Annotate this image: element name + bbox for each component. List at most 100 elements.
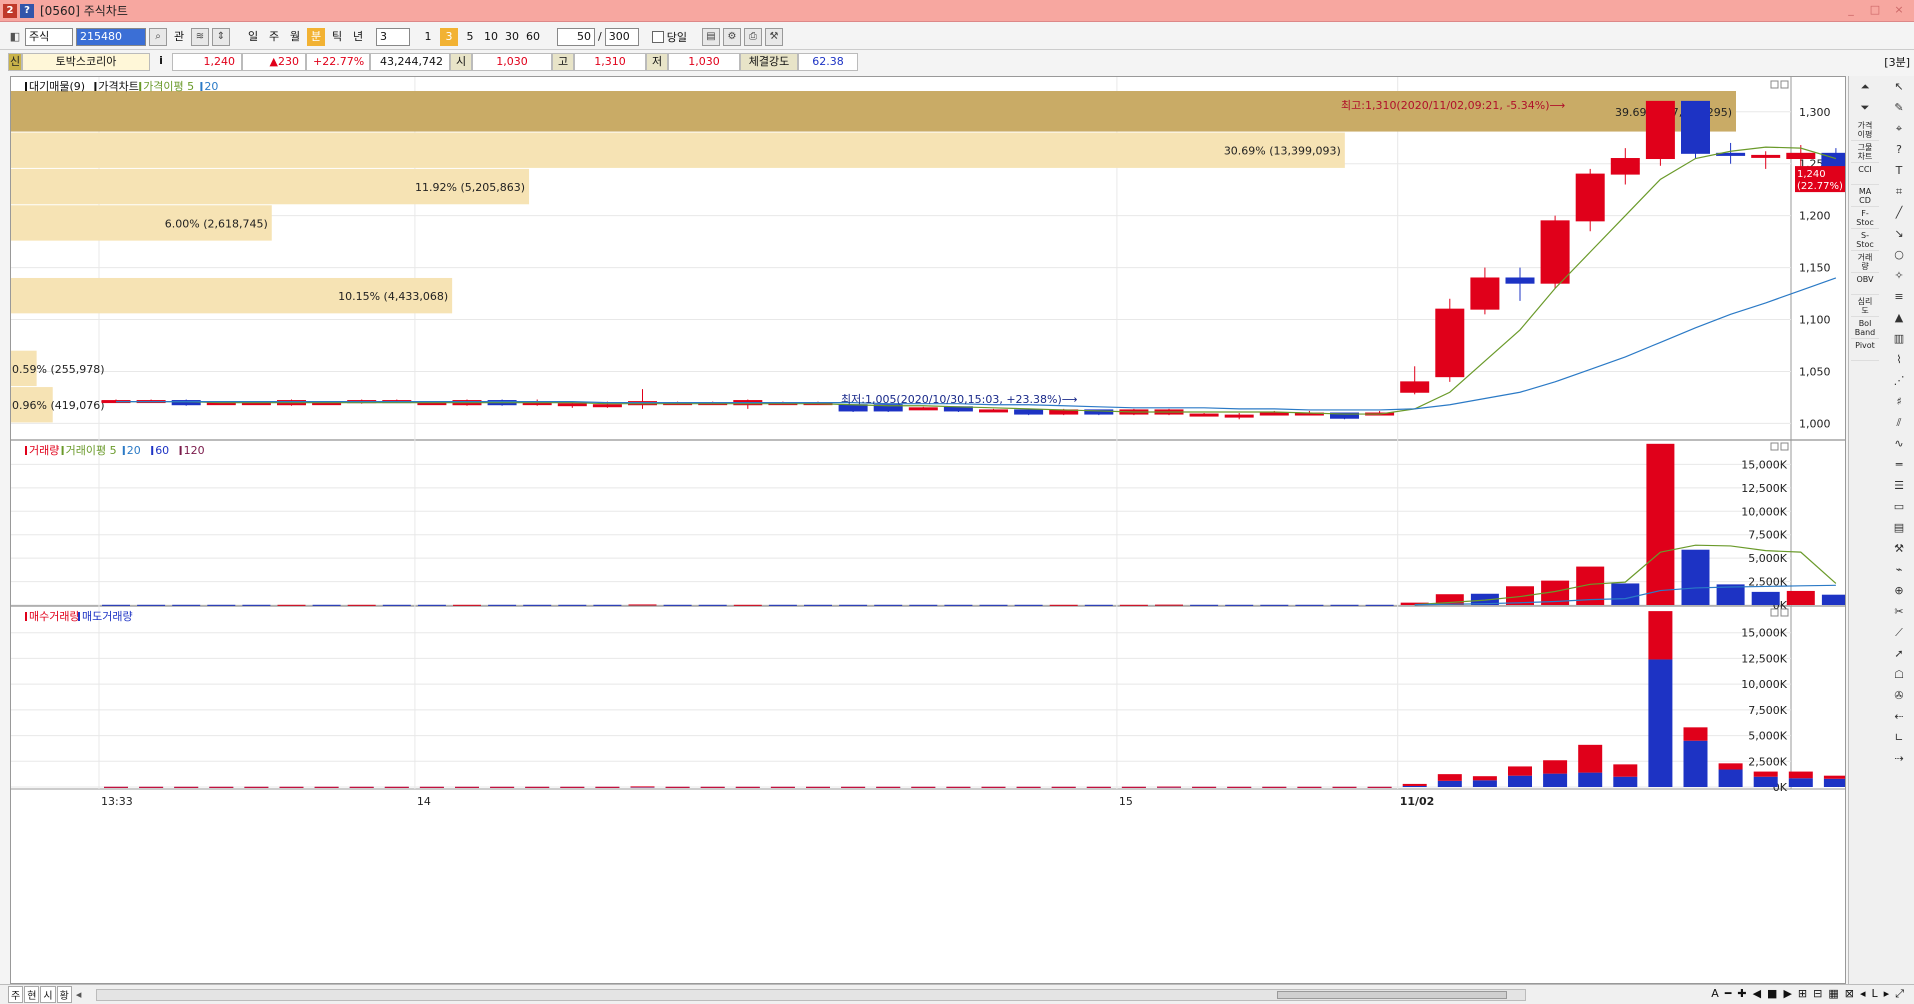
today-checkbox[interactable] xyxy=(651,30,664,43)
drawing-tool-icon[interactable]: ✂ xyxy=(1888,602,1910,622)
drawing-tool-icon[interactable]: ↖ xyxy=(1888,77,1910,97)
drawing-tool-icon[interactable]: ? xyxy=(1888,140,1910,160)
minute-button[interactable]: 3 xyxy=(440,27,458,46)
chart-nav-icon[interactable]: ⊠ xyxy=(1845,987,1854,1001)
stack-icon[interactable]: ≋ xyxy=(191,27,209,46)
interval-input[interactable]: 3 xyxy=(376,27,410,46)
drawing-tool-icon[interactable]: ⫽ xyxy=(1888,413,1910,433)
indicator-button[interactable]: OBV xyxy=(1851,273,1879,295)
drawing-tool-icon[interactable]: ↘ xyxy=(1888,224,1910,244)
link-icon[interactable]: ◧ xyxy=(8,30,22,43)
code-input[interactable]: 215480 xyxy=(76,27,146,46)
minute-button[interactable]: 5 xyxy=(461,28,479,46)
drawing-tool-icon[interactable]: ▲ xyxy=(1888,308,1910,328)
indicator-button[interactable]: Pivot xyxy=(1851,339,1879,361)
period-button[interactable]: 주 xyxy=(265,28,283,46)
drawing-tool-icon[interactable]: ≡ xyxy=(1888,287,1910,307)
search-icon[interactable]: ⌕ xyxy=(149,27,167,46)
chart-nav-icon[interactable]: ◂ xyxy=(1860,987,1866,1001)
maximize-icon[interactable]: □ xyxy=(1868,3,1882,17)
minute-button[interactable]: 60 xyxy=(524,28,542,46)
save-icon[interactable]: ▤ xyxy=(701,27,720,46)
drawing-tool-icon[interactable]: ▭ xyxy=(1888,497,1910,517)
drawing-tool-icon[interactable]: ♯ xyxy=(1888,392,1910,412)
chart-area[interactable]: 1,000 1,050 1,100 1,150 1,200 1,250 1,300 39.69… xyxy=(10,76,1851,984)
drawing-tool-icon[interactable]: ⌖ xyxy=(1888,119,1910,139)
collapse-icon[interactable]: ⏶ xyxy=(1854,77,1876,97)
drawing-tool-icon[interactable]: ⇢ xyxy=(1888,749,1910,769)
chart-nav-icon[interactable]: ▦ xyxy=(1828,987,1838,1001)
drawing-tool-icon[interactable]: ∟ xyxy=(1888,728,1910,748)
market-select[interactable]: 주식 xyxy=(25,27,73,46)
drawing-tool-icon[interactable]: ∿ xyxy=(1888,434,1910,454)
chart-nav-icon[interactable]: ■ xyxy=(1767,987,1777,1001)
status-tab[interactable]: 주 xyxy=(8,986,24,1003)
indicator-button[interactable]: 가격 이평 xyxy=(1851,119,1879,141)
chart-nav-icon[interactable]: ⊟ xyxy=(1813,987,1822,1001)
drawing-tool-icon[interactable]: ✇ xyxy=(1888,686,1910,706)
info-icon[interactable]: i xyxy=(150,53,172,71)
horizontal-scrollbar[interactable] xyxy=(96,989,1526,1001)
chart-nav-icon[interactable]: ◀ xyxy=(1753,987,1761,1001)
drawing-tool-icon[interactable]: ⌇ xyxy=(1888,350,1910,370)
indicator-button[interactable]: S- Stoc xyxy=(1851,229,1879,251)
indicator-button[interactable]: MA CD xyxy=(1851,185,1879,207)
minute-button[interactable]: 1 xyxy=(419,28,437,46)
drawing-tool-icon[interactable]: ⌗ xyxy=(1888,182,1910,202)
drawing-tool-icon[interactable]: ╱ xyxy=(1888,203,1910,223)
chart-nav-icon[interactable]: ▶ xyxy=(1783,987,1791,1001)
expand-icon[interactable]: ⏷ xyxy=(1854,98,1876,118)
indicator-button[interactable]: F- Stoc xyxy=(1851,207,1879,229)
minimize-icon[interactable]: _ xyxy=(1844,3,1858,17)
status-tab[interactable]: 시 xyxy=(40,986,56,1003)
scrollbar-thumb[interactable] xyxy=(1277,991,1507,999)
help-icon[interactable]: ? xyxy=(20,3,34,18)
chart-nav-icon[interactable]: ━ xyxy=(1725,987,1732,1001)
settings-icon[interactable]: ⚙ xyxy=(722,27,741,46)
drawing-tool-icon[interactable]: ☰ xyxy=(1888,476,1910,496)
chart-nav-icon[interactable]: ✚ xyxy=(1737,987,1746,1001)
period-button[interactable]: 월 xyxy=(286,28,304,46)
status-tab[interactable]: 황 xyxy=(56,986,72,1003)
drawing-tool-icon[interactable]: ▥ xyxy=(1888,329,1910,349)
period-button[interactable]: 년 xyxy=(349,28,367,46)
drawing-tool-icon[interactable]: ⚒ xyxy=(1888,539,1910,559)
tools-icon[interactable]: ⚒ xyxy=(764,27,783,46)
drawing-tool-icon[interactable]: ☖ xyxy=(1888,665,1910,685)
drawing-tool-icon[interactable]: ✎ xyxy=(1888,98,1910,118)
stock-name[interactable]: 토박스코리아 xyxy=(22,53,150,71)
indicator-button[interactable]: 그물 차트 xyxy=(1851,141,1879,163)
drawing-tool-icon[interactable]: ⋰ xyxy=(1888,371,1910,391)
display-count-input[interactable]: 50 xyxy=(557,27,595,46)
minute-button[interactable]: 10 xyxy=(482,28,500,46)
drawing-tool-icon[interactable]: ○ xyxy=(1888,245,1910,265)
total-count-input[interactable]: 300 xyxy=(604,27,639,46)
period-button[interactable]: 분 xyxy=(307,27,325,46)
drawing-tool-icon[interactable]: ⇠ xyxy=(1888,707,1910,727)
period-button[interactable]: 틱 xyxy=(328,28,346,46)
drawing-tool-icon[interactable]: ▤ xyxy=(1888,518,1910,538)
drawing-tool-icon[interactable]: ═ xyxy=(1888,455,1910,475)
chart-nav-icon[interactable]: ▸ xyxy=(1884,987,1890,1001)
drawing-tool-icon[interactable]: T xyxy=(1888,161,1910,181)
period-button[interactable]: 일 xyxy=(244,28,262,46)
indicator-button[interactable]: Bol Band xyxy=(1851,317,1879,339)
chart-nav-icon[interactable]: A xyxy=(1711,987,1719,1001)
drawing-tool-icon[interactable]: ➚ xyxy=(1888,644,1910,664)
indicator-button[interactable]: CCI xyxy=(1851,163,1879,185)
status-tab[interactable]: 현 xyxy=(24,986,40,1003)
stock-chart-svg[interactable]: 1,0001,0501,1001,1501,2001,2501,30039.69… xyxy=(11,77,1851,983)
print-icon[interactable]: ⎙ xyxy=(743,27,762,46)
updown-icon[interactable]: ⇕ xyxy=(212,27,230,46)
minute-button[interactable]: 30 xyxy=(503,28,521,46)
drawing-tool-icon[interactable]: ⌁ xyxy=(1888,560,1910,580)
chart-nav-icon[interactable]: L xyxy=(1872,987,1878,1001)
chart-nav-icon[interactable]: ⊞ xyxy=(1798,987,1807,1001)
close-icon[interactable]: × xyxy=(1892,3,1906,17)
indicator-button[interactable]: 거래 량 xyxy=(1851,251,1879,273)
chart-nav-icon[interactable]: ⤢ xyxy=(1895,987,1904,1001)
drawing-tool-icon[interactable]: ✧ xyxy=(1888,266,1910,286)
scroll-left-icon[interactable]: ◂ xyxy=(76,988,82,1001)
indicator-button[interactable]: 심리 도 xyxy=(1851,295,1879,317)
drawing-tool-icon[interactable]: ⊕ xyxy=(1888,581,1910,601)
